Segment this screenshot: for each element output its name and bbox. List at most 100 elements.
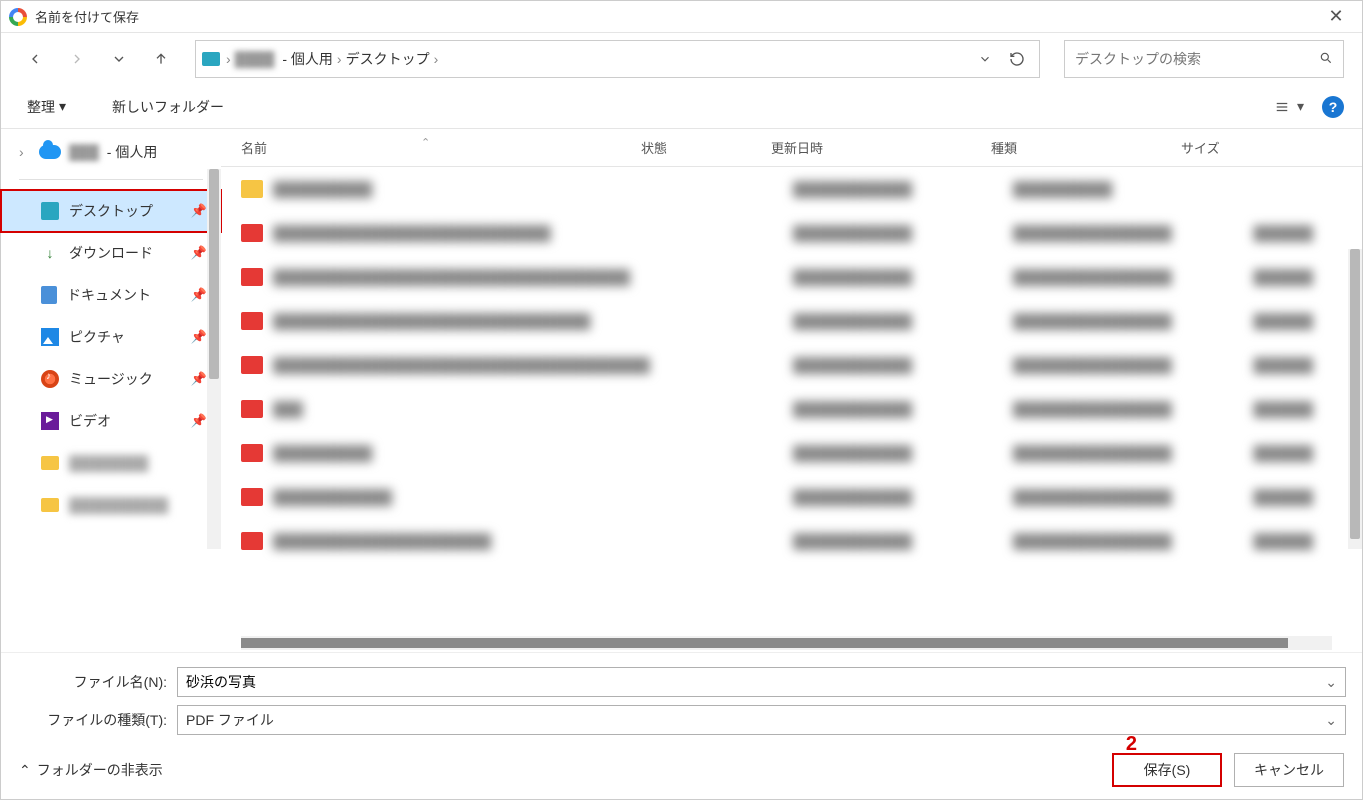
hide-folders-label: フォルダーの非表示 [37, 760, 163, 780]
pin-icon[interactable]: 📌 [191, 371, 207, 387]
pictures-icon [41, 328, 59, 346]
video-icon [41, 412, 59, 430]
file-row[interactable]: ████████████████████████████████████████… [221, 431, 1362, 475]
nav-row: › ████ - 個人用 › デスクトップ › [1, 33, 1362, 85]
address-bar[interactable]: › ████ - 個人用 › デスクトップ › [195, 40, 1040, 78]
filetype-select[interactable]: PDF ファイル ⌄ [177, 705, 1346, 735]
music-icon [41, 370, 59, 388]
app-icon [9, 8, 27, 26]
chevron-down-icon: ▾ [59, 98, 66, 115]
chevron-down-icon: ▾ [1297, 98, 1304, 115]
organize-button[interactable]: 整理▾ [19, 93, 74, 121]
save-button[interactable]: 保存(S) [1112, 753, 1222, 787]
cloud-icon [39, 145, 61, 159]
crumb-desktop[interactable]: デスクトップ [342, 49, 434, 69]
pdf-icon [241, 400, 263, 418]
file-row[interactable]: ████████████████████████████████████████… [221, 299, 1362, 343]
sidebar-label: デスクトップ [69, 201, 153, 221]
toolbar: 整理▾ 新しいフォルダー ▾ ? [1, 85, 1362, 129]
pdf-icon [241, 224, 263, 242]
folder-icon [41, 498, 59, 512]
tree-onedrive[interactable]: › ███ - 個人用 [1, 135, 221, 169]
file-row[interactable]: ████████████████████████████████████████… [221, 343, 1362, 387]
file-row[interactable]: ████████████████████████████████████████… [221, 519, 1362, 563]
sidebar-item-folder[interactable]: ██████████ [1, 484, 221, 526]
pin-icon[interactable]: 📌 [191, 203, 207, 219]
column-headers: 名前 状態 更新日時 種類 サイズ [221, 129, 1362, 167]
pdf-icon [241, 488, 263, 506]
pdf-icon [241, 444, 263, 462]
file-row[interactable]: ████████████████████████████████ [221, 167, 1362, 211]
tree-personal-label: - 個人用 [107, 142, 158, 162]
sidebar-item-desktop[interactable]: デスクトップ 📌 [1, 190, 221, 232]
refresh-button[interactable] [1001, 51, 1033, 67]
up-button[interactable] [145, 43, 177, 75]
address-dropdown-icon[interactable] [969, 52, 1001, 66]
pin-icon[interactable]: 📌 [191, 413, 207, 429]
pin-icon[interactable]: 📌 [191, 245, 207, 261]
annotation-2: 2 [1126, 733, 1137, 756]
pdf-icon [241, 532, 263, 550]
cancel-button[interactable]: キャンセル [1234, 753, 1344, 787]
crumb-personal[interactable]: - 個人用 [278, 49, 337, 69]
sidebar-item-downloads[interactable]: ↓ ダウンロード 📌 [1, 232, 221, 274]
pin-icon[interactable]: 📌 [191, 287, 207, 303]
save-form: ファイル名(N): ⌄ ファイルの種類(T): PDF ファイル ⌄ [1, 652, 1362, 741]
sidebar-item-pictures[interactable]: ピクチャ 📌 [1, 316, 221, 358]
sidebar-label: ビデオ [69, 411, 111, 431]
sidebar-item-documents[interactable]: ドキュメント 📌 [1, 274, 221, 316]
horizontal-scrollbar[interactable] [241, 636, 1332, 650]
back-button[interactable] [19, 43, 51, 75]
help-button[interactable]: ? [1322, 96, 1344, 118]
view-button[interactable]: ▾ [1273, 98, 1304, 115]
col-type[interactable]: 種類 [991, 138, 1181, 157]
recent-button[interactable] [103, 43, 135, 75]
pdf-icon [241, 312, 263, 330]
dropdown-icon[interactable]: ⌄ [1325, 712, 1337, 729]
pdf-icon [241, 268, 263, 286]
titlebar: 名前を付けて保存 ✕ [1, 1, 1362, 33]
sidebar-label: ダウンロード [69, 243, 153, 263]
crumb-sep-icon: › [434, 51, 439, 67]
window-title: 名前を付けて保存 [35, 7, 1318, 26]
search-input[interactable] [1075, 51, 1319, 67]
sidebar-item-folder[interactable]: ████████ [1, 442, 221, 484]
filetype-label: ファイルの種類(T): [17, 710, 177, 730]
filename-label: ファイル名(N): [17, 672, 177, 692]
col-state[interactable]: 状態 [641, 138, 771, 157]
sidebar-item-videos[interactable]: ビデオ 📌 [1, 400, 221, 442]
vertical-scrollbar[interactable] [1348, 249, 1362, 549]
search-box[interactable] [1064, 40, 1344, 78]
col-name[interactable]: 名前 [241, 138, 641, 157]
tree-scrollbar[interactable] [207, 169, 221, 549]
search-icon[interactable] [1319, 51, 1333, 68]
forward-button[interactable] [61, 43, 93, 75]
folder-icon [41, 456, 59, 470]
close-button[interactable]: ✕ [1318, 6, 1354, 27]
sidebar-label: ミュージック [69, 369, 153, 389]
hide-folders-toggle[interactable]: ⌃ フォルダーの非表示 [19, 760, 163, 780]
filename-field[interactable] [186, 674, 1325, 690]
document-icon [41, 286, 57, 304]
pin-icon[interactable]: 📌 [191, 329, 207, 345]
file-row[interactable]: ████████████████████████████████████████… [221, 255, 1362, 299]
file-row[interactable]: ████████████████████████████████████████… [221, 475, 1362, 519]
dialog-footer: ⌃ フォルダーの非表示 2 保存(S) キャンセル [1, 741, 1362, 799]
sidebar-label: ピクチャ [69, 327, 125, 347]
filetype-value: PDF ファイル [186, 710, 274, 730]
nav-tree: › ███ - 個人用 1 デスクトップ 📌 ↓ ダウンロード 📌 ドキュメント… [1, 129, 221, 652]
col-size[interactable]: サイズ [1181, 138, 1291, 157]
filename-input[interactable]: ⌄ [177, 667, 1346, 697]
dropdown-icon[interactable]: ⌄ [1325, 674, 1337, 691]
col-date[interactable]: 更新日時 [771, 138, 991, 157]
file-row[interactable]: ████████████████████████████████████████… [221, 211, 1362, 255]
sidebar-label: ドキュメント [67, 285, 151, 305]
file-row[interactable]: █████████████████████████████████████ [221, 387, 1362, 431]
file-listing: 名前 状態 更新日時 種類 サイズ ██████████████████████… [221, 129, 1362, 652]
expand-icon[interactable]: › [19, 144, 31, 160]
desktop-icon [41, 202, 59, 220]
sidebar-item-music[interactable]: ミュージック 📌 [1, 358, 221, 400]
download-icon: ↓ [41, 244, 59, 262]
crumb-user[interactable]: ████ [231, 51, 279, 67]
new-folder-button[interactable]: 新しいフォルダー [104, 93, 232, 121]
